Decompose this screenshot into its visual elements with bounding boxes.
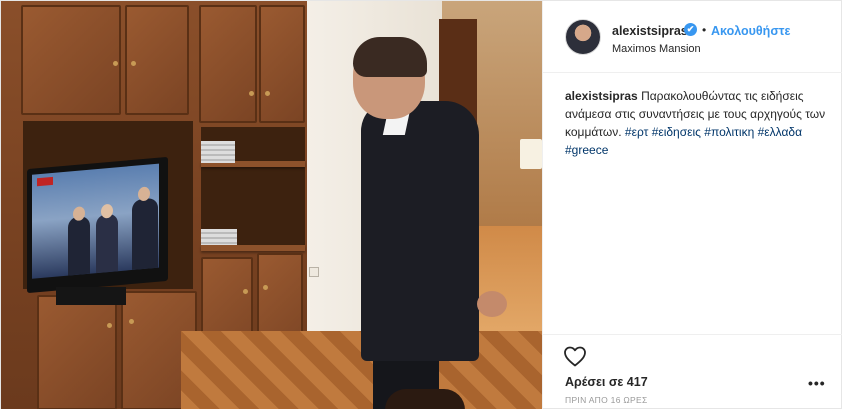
caption-username-link[interactable]: alexistsipras	[565, 89, 638, 103]
post-photo[interactable]	[1, 1, 542, 409]
post-caption: alexistsipras Παρακολουθώντας τις ειδήσε…	[565, 87, 829, 159]
hashtag-link[interactable]: #greece	[565, 143, 608, 157]
cabinet-door	[125, 5, 189, 115]
likes-count[interactable]: Αρέσει σε 417	[565, 375, 648, 389]
username-link[interactable]: alexistsipras	[612, 24, 688, 38]
man-hand	[477, 291, 507, 317]
instagram-post: alexistsipras ✔ • Ακολουθήστε Maximos Ma…	[0, 0, 842, 409]
hashtag-link[interactable]: #ειδησεις	[652, 125, 701, 139]
cabinet-door	[37, 295, 117, 409]
verified-icon: ✔	[684, 23, 697, 36]
man-suit	[361, 101, 479, 361]
chair	[385, 389, 465, 409]
tv-screen	[32, 163, 159, 279]
hashtag-link[interactable]: #ελλαδα	[758, 125, 802, 139]
more-options-icon[interactable]: •••	[808, 375, 826, 391]
post-timestamp: ΠΡΙΝ ΑΠΟ 16 ΩΡΕΣ	[565, 395, 648, 405]
follow-button[interactable]: Ακολουθήστε	[711, 24, 790, 38]
location-link[interactable]: Maximos Mansion	[612, 43, 701, 55]
hashtag-link[interactable]: #ερτ	[625, 125, 648, 139]
tv-stand	[56, 287, 126, 305]
post-header: alexistsipras ✔ • Ακολουθήστε Maximos Ma…	[543, 1, 842, 73]
tv-channel-logo	[37, 176, 53, 187]
books	[201, 141, 235, 163]
television	[27, 156, 168, 294]
wall-outlet	[309, 267, 319, 277]
cabinet-door	[199, 5, 257, 123]
separator-dot: •	[702, 23, 707, 37]
corridor-floor	[471, 226, 542, 336]
post-sidebar: alexistsipras ✔ • Ακολουθήστε Maximos Ma…	[542, 1, 842, 409]
lamp	[520, 139, 542, 169]
cabinet-door	[259, 5, 305, 123]
post-actions: Αρέσει σε 417 ΠΡΙΝ ΑΠΟ 16 ΩΡΕΣ •••	[543, 334, 842, 409]
cabinet-door	[21, 5, 121, 115]
hashtag-link[interactable]: #πολιτικη	[704, 125, 754, 139]
avatar[interactable]	[565, 19, 601, 55]
heart-icon[interactable]	[563, 345, 587, 367]
man-hair	[353, 37, 427, 77]
